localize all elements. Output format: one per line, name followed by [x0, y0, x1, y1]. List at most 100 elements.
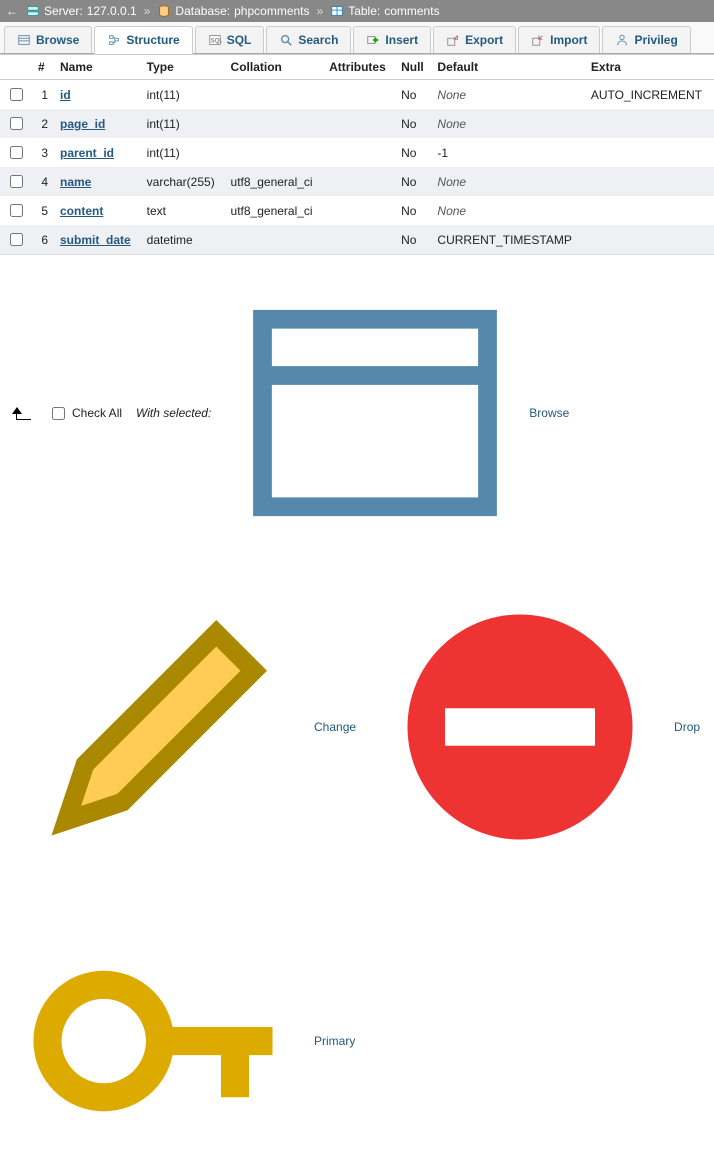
row-checkbox[interactable]	[10, 175, 23, 188]
th-type: Type	[141, 55, 225, 80]
column-null: No	[395, 196, 431, 225]
check-all-box[interactable]	[52, 407, 65, 420]
column-extra: AUTO_INCREMENT	[585, 80, 714, 110]
column-null: No	[395, 109, 431, 138]
insert-icon	[366, 33, 380, 47]
column-extra	[585, 138, 714, 167]
th-null: Null	[395, 55, 431, 80]
search-icon	[279, 33, 293, 47]
row-num: 3	[32, 138, 54, 167]
svg-text:SQL: SQL	[210, 38, 221, 45]
check-all-label: Check All	[72, 406, 122, 420]
column-null: No	[395, 225, 431, 254]
table-row: 3 parent_id int(11) No-1	[0, 138, 714, 167]
table-row: 4namevarchar(255)utf8_general_ciNoNone	[0, 167, 714, 196]
with-selected-label: With selected:	[136, 406, 211, 420]
tab-privileges-label: Privileg	[634, 33, 677, 47]
sql-icon: SQL	[208, 33, 222, 47]
column-attr	[323, 196, 395, 225]
th-attributes: Attributes	[323, 55, 395, 80]
action-browse[interactable]: Browse	[225, 263, 569, 563]
database-label: Database:	[175, 4, 230, 18]
tab-bar: Browse Structure SQL SQL Search Insert E…	[0, 22, 714, 54]
check-all[interactable]: Check All	[48, 404, 122, 423]
row-checkbox[interactable]	[10, 233, 23, 246]
tab-import[interactable]: Import	[518, 26, 600, 53]
table-label: Table:	[348, 4, 380, 18]
tab-browse[interactable]: Browse	[4, 26, 92, 53]
breadcrumb: ← Server: 127.0.0.1 » Database: phpcomme…	[0, 0, 714, 22]
tab-export-label: Export	[465, 33, 503, 47]
column-collation	[225, 225, 324, 254]
column-name[interactable]: name	[60, 175, 91, 189]
column-collation	[225, 138, 324, 167]
tab-sql-label: SQL	[227, 33, 252, 47]
database-link[interactable]: phpcomments	[234, 4, 309, 18]
column-attr	[323, 109, 395, 138]
tab-sql[interactable]: SQL SQL	[195, 26, 265, 53]
select-arrow-icon	[10, 403, 34, 423]
column-attr	[323, 80, 395, 110]
column-type: int(11)	[141, 109, 225, 138]
structure-icon	[107, 33, 121, 47]
column-collation: utf8_general_ci	[225, 196, 324, 225]
tab-insert[interactable]: Insert	[353, 26, 431, 53]
tab-structure-label: Structure	[126, 33, 179, 47]
column-null: No	[395, 167, 431, 196]
table-link[interactable]: comments	[384, 4, 439, 18]
tab-structure[interactable]: Structure	[94, 26, 192, 54]
table-row: 1idint(11)NoNoneAUTO_INCREMENT	[0, 80, 714, 110]
export-icon	[446, 33, 460, 47]
pencil-icon	[10, 577, 310, 877]
column-collation	[225, 109, 324, 138]
column-type: varchar(255)	[141, 167, 225, 196]
column-null: No	[395, 138, 431, 167]
column-type: datetime	[141, 225, 225, 254]
privileges-icon	[615, 33, 629, 47]
action-primary[interactable]: Primary	[10, 891, 355, 1162]
column-default: None	[431, 196, 584, 225]
database-icon	[157, 4, 171, 18]
tab-export[interactable]: Export	[433, 26, 516, 53]
column-name[interactable]: content	[60, 204, 103, 218]
import-icon	[531, 33, 545, 47]
key-icon	[10, 891, 310, 1162]
row-checkbox[interactable]	[10, 204, 23, 217]
tab-privileges[interactable]: Privileg	[602, 26, 690, 53]
column-name[interactable]: page_id	[60, 117, 105, 131]
column-type: int(11)	[141, 138, 225, 167]
row-num: 5	[32, 196, 54, 225]
row-num: 6	[32, 225, 54, 254]
tab-import-label: Import	[550, 33, 587, 47]
action-change[interactable]: Change	[10, 577, 356, 877]
browse-icon	[225, 263, 525, 563]
column-type: text	[141, 196, 225, 225]
table-row: 6 submit_date datetime NoCURRENT_TIMESTAMP	[0, 225, 714, 254]
column-extra	[585, 225, 714, 254]
tab-search[interactable]: Search	[266, 26, 351, 53]
table-icon	[330, 4, 344, 18]
row-num: 2	[32, 109, 54, 138]
server-link[interactable]: 127.0.0.1	[87, 4, 137, 18]
row-checkbox[interactable]	[10, 88, 23, 101]
browse-icon	[17, 33, 31, 47]
table-row: 2page_idint(11)NoNone	[0, 109, 714, 138]
column-attr	[323, 225, 395, 254]
row-checkbox[interactable]	[10, 117, 23, 130]
th-name: Name	[54, 55, 141, 80]
action-drop[interactable]: Drop	[370, 577, 700, 877]
column-type: int(11)	[141, 80, 225, 110]
column-extra	[585, 109, 714, 138]
tab-search-label: Search	[298, 33, 338, 47]
th-default: Default	[431, 55, 584, 80]
column-name[interactable]: parent_id	[60, 146, 114, 160]
row-num: 4	[32, 167, 54, 196]
th-num: #	[32, 55, 54, 80]
column-name[interactable]: id	[60, 88, 71, 102]
row-checkbox[interactable]	[10, 146, 23, 159]
column-name[interactable]: submit_date	[60, 233, 131, 247]
th-collation: Collation	[225, 55, 324, 80]
column-default: CURRENT_TIMESTAMP	[431, 225, 584, 254]
column-default: -1	[431, 138, 584, 167]
row-num: 1	[32, 80, 54, 110]
